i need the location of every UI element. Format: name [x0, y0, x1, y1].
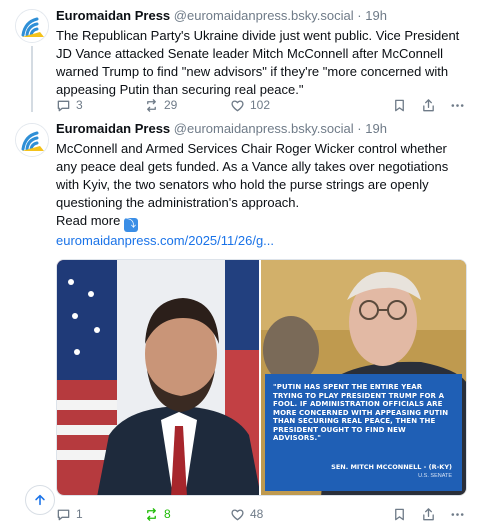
- bookmark-icon: [395, 99, 404, 111]
- scroll-to-top-button[interactable]: [25, 485, 55, 515]
- thread-line: [31, 46, 33, 112]
- euromaidan-press-logo-icon: [16, 124, 48, 156]
- avatar[interactable]: [15, 123, 49, 157]
- quote-attribution: SEN. MITCH MCCONNELL - (R-KY): [331, 463, 452, 471]
- image-gallery: "PUTIN HAS SPENT THE ENTIRE YEAR TRYING …: [56, 259, 467, 496]
- post-text: McConnell and Armed Services Chair Roger…: [56, 140, 470, 250]
- share-button[interactable]: [421, 505, 436, 521]
- share-button[interactable]: [421, 96, 436, 114]
- like-count: 102: [250, 98, 271, 112]
- separator-dot: ·: [357, 121, 362, 136]
- euromaidan-press-logo-icon: [16, 10, 48, 42]
- post-body: The Republican Party's Ukraine divide ju…: [56, 28, 460, 97]
- vance-photo-icon: [57, 260, 260, 495]
- share-upload-icon: [423, 507, 434, 520]
- like-button[interactable]: 48: [230, 505, 263, 521]
- repost-count: 29: [164, 98, 178, 112]
- reply-count: 3: [76, 98, 83, 112]
- bookmark-button[interactable]: [392, 505, 407, 521]
- bookmark-icon: [395, 508, 404, 520]
- author-name[interactable]: Euromaidan Press: [56, 8, 170, 23]
- like-count: 48: [250, 507, 264, 521]
- post-actions: 3 29 102: [56, 96, 470, 114]
- heart-icon: [231, 99, 244, 111]
- quote-text: "PUTIN HAS SPENT THE ENTIRE YEAR TRYING …: [273, 383, 449, 442]
- post-time[interactable]: 19h: [365, 121, 387, 136]
- reply-button[interactable]: 3: [56, 96, 83, 114]
- author-handle[interactable]: @euromaidanpress.bsky.social: [174, 8, 354, 23]
- post-header: Euromaidan Press @euromaidanpress.bsky.s…: [56, 121, 470, 139]
- repost-arrows-icon: [147, 507, 156, 521]
- speech-bubble-icon: [57, 100, 70, 111]
- repost-button[interactable]: 29: [144, 96, 177, 114]
- down-arrow-emoji-icon: ⤵: [123, 218, 138, 232]
- post-2[interactable]: Euromaidan Press @euromaidanpress.bsky.s…: [0, 118, 480, 521]
- quote-source: U.S. SENATE: [418, 473, 452, 479]
- ellipsis-icon: [451, 103, 464, 107]
- post-time[interactable]: 19h: [365, 8, 387, 23]
- post-actions: 1 8 48: [56, 505, 470, 521]
- reply-button[interactable]: 1: [56, 505, 83, 521]
- more-options-button[interactable]: [450, 96, 465, 114]
- repost-count: 8: [164, 507, 171, 521]
- post-1[interactable]: Euromaidan Press @euromaidanpress.bsky.s…: [0, 0, 480, 118]
- author-handle[interactable]: @euromaidanpress.bsky.social: [174, 121, 354, 136]
- separator-dot: ·: [357, 8, 362, 23]
- more-options-button[interactable]: [450, 505, 465, 521]
- image-vance[interactable]: [57, 260, 260, 495]
- image-mcconnell-quote[interactable]: "PUTIN HAS SPENT THE ENTIRE YEAR TRYING …: [261, 260, 466, 495]
- bookmark-button[interactable]: [392, 96, 407, 114]
- arrow-up-icon: [35, 494, 45, 506]
- reply-count: 1: [76, 507, 83, 521]
- ellipsis-icon: [451, 512, 464, 516]
- repost-arrows-icon: [147, 98, 156, 112]
- author-name[interactable]: Euromaidan Press: [56, 121, 170, 136]
- like-button[interactable]: 102: [230, 96, 270, 114]
- post-body: McConnell and Armed Services Chair Roger…: [56, 141, 449, 210]
- speech-bubble-icon: [57, 509, 70, 520]
- read-more-label: Read more: [56, 213, 121, 228]
- heart-icon: [231, 508, 244, 520]
- repost-button[interactable]: 8: [144, 505, 171, 521]
- quote-card: "PUTIN HAS SPENT THE ENTIRE YEAR TRYING …: [265, 374, 462, 491]
- read-more: Read more ⤵: [56, 212, 470, 232]
- post-header: Euromaidan Press @euromaidanpress.bsky.s…: [56, 8, 470, 26]
- share-upload-icon: [423, 98, 434, 111]
- article-link[interactable]: euromaidanpress.com/2025/11/26/g...: [56, 233, 274, 248]
- post-text: The Republican Party's Ukraine divide ju…: [56, 27, 470, 99]
- avatar[interactable]: [15, 9, 49, 43]
